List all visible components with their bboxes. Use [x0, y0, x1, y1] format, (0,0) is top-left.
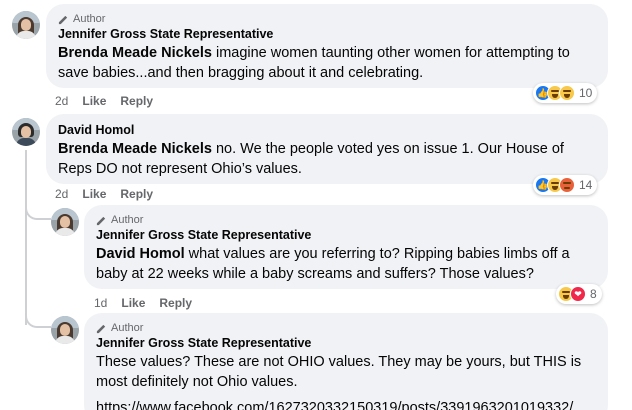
author-badge: Author: [96, 321, 596, 335]
comment-bubble: Author Jennifer Gross State Representati…: [46, 4, 608, 88]
comment-text-line: no. We the people voted yes on issue 1. …: [211, 141, 564, 157]
reply-button[interactable]: Reply: [120, 187, 153, 201]
comment-actions: 2d Like Reply: [55, 94, 153, 108]
comment-text-line: Reps DO not represent Ohio’s values.: [58, 161, 302, 177]
avatar[interactable]: [12, 118, 40, 146]
commenter-name[interactable]: Jennifer Gross State Representative: [96, 227, 596, 244]
reaction-summary[interactable]: 👍 10: [533, 83, 598, 103]
author-badge-label: Author: [73, 13, 106, 25]
comment-bubble: Author Jennifer Gross State Representati…: [84, 205, 608, 289]
comment-bubble: David Homol Brenda Meade Nickels no. We …: [46, 114, 608, 184]
comment-text-line: save babies...and then bragging about it…: [58, 65, 424, 81]
author-badge-label: Author: [111, 214, 144, 226]
timestamp[interactable]: 1d: [94, 296, 107, 310]
post-link[interactable]: https://www.facebook.com/162732033215031…: [96, 398, 596, 410]
like-button[interactable]: Like: [82, 187, 106, 201]
reaction-summary[interactable]: ❤ 8: [556, 284, 602, 304]
commenter-name[interactable]: Jennifer Gross State Representative: [96, 335, 596, 352]
reply-button[interactable]: Reply: [159, 296, 192, 310]
reaction-count: 8: [590, 287, 597, 301]
commenter-name[interactable]: David Homol: [58, 122, 596, 139]
reaction-summary[interactable]: 👍 14: [533, 175, 598, 195]
comment-text: These values? These are not OHIO values.…: [96, 352, 596, 392]
thread-connector: [25, 308, 51, 328]
comment-text-line: These values? These are not OHIO values.…: [96, 354, 582, 370]
care-reaction-icon: [559, 85, 575, 101]
comment-text-line: baby at 22 weeks while a baby screams an…: [96, 266, 534, 282]
heart-reaction-icon: ❤: [570, 286, 586, 302]
comment-text: Brenda Meade Nickels imagine women taunt…: [58, 43, 596, 83]
timestamp[interactable]: 2d: [55, 94, 68, 108]
mention-link[interactable]: Brenda Meade Nickels: [58, 141, 212, 157]
commenter-name[interactable]: Jennifer Gross State Representative: [58, 26, 596, 43]
mention-link[interactable]: Brenda Meade Nickels: [58, 45, 212, 61]
avatar[interactable]: [51, 316, 79, 344]
comment-bubble: Author Jennifer Gross State Representati…: [84, 313, 608, 410]
avatar[interactable]: [51, 208, 79, 236]
angry-reaction-icon: [559, 177, 575, 193]
pencil-icon: [96, 324, 106, 333]
comment-actions: 2d Like Reply: [55, 187, 153, 201]
comment-text-line: imagine women taunting other women for a…: [211, 45, 570, 61]
author-badge: Author: [96, 213, 596, 227]
comment-text-line: most definitely not Ohio values.: [96, 374, 298, 390]
comment-text-line: what values are you referring to? Rippin…: [184, 246, 570, 262]
author-badge-label: Author: [111, 322, 144, 334]
author-badge: Author: [58, 12, 596, 26]
comment-text: Brenda Meade Nickels no. We the people v…: [58, 139, 596, 179]
timestamp[interactable]: 2d: [55, 187, 68, 201]
reaction-count: 14: [579, 178, 593, 192]
pencil-icon: [58, 15, 68, 24]
like-button[interactable]: Like: [82, 94, 106, 108]
reply-button[interactable]: Reply: [120, 94, 153, 108]
comment-actions: 1d Like Reply: [94, 296, 192, 310]
like-button[interactable]: Like: [121, 296, 145, 310]
mention-link[interactable]: David Homol: [96, 246, 185, 262]
pencil-icon: [96, 216, 106, 225]
avatar[interactable]: [12, 11, 40, 39]
comment-text: David Homol what values are you referrin…: [96, 244, 596, 284]
thread-line: [25, 150, 27, 325]
thread-connector: [25, 200, 51, 220]
reaction-count: 10: [579, 86, 593, 100]
